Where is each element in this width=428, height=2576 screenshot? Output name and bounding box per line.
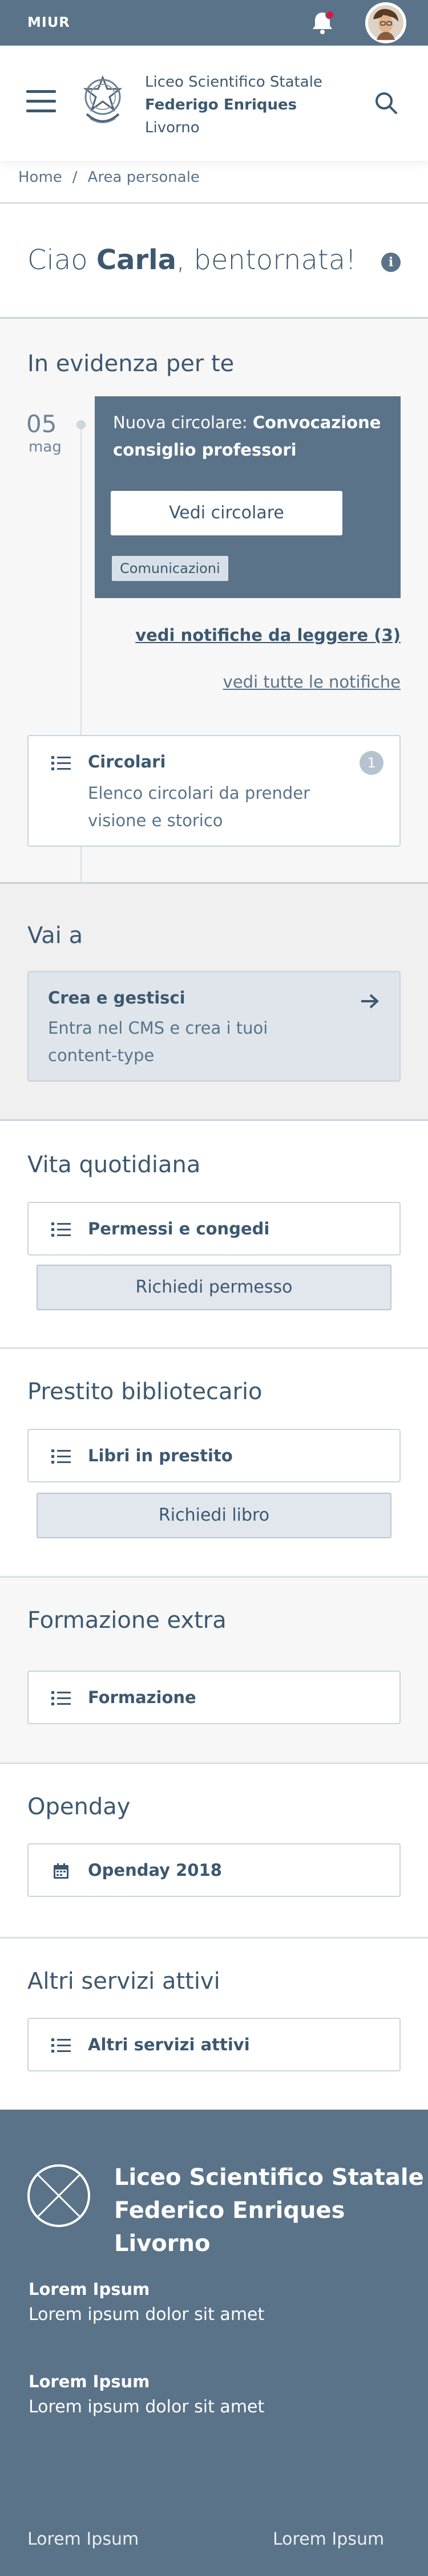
footer-link-right[interactable]: Lorem Ipsum xyxy=(273,2529,384,2549)
footer-block2-title: Lorem Ipsum xyxy=(29,2372,150,2391)
circolari-title: Circolari xyxy=(88,752,166,771)
prestito-section: Prestito bibliotecario Libri in prestito… xyxy=(0,1349,428,1576)
all-notifications-link[interactable]: vedi tutte le notifiche xyxy=(223,672,401,692)
hamburger-line xyxy=(26,109,56,112)
vita-quotidiana-section: Vita quotidiana Permessi e congedi Richi… xyxy=(0,1121,428,1347)
altri-servizi-item[interactable]: Altri servizi attivi xyxy=(27,2018,401,2071)
highlights-title: In evidenza per te xyxy=(27,351,235,377)
highlights-section: In evidenza per te 05 mag Nuova circolar… xyxy=(0,319,428,882)
user-avatar[interactable] xyxy=(365,2,406,43)
info-icon[interactable]: i xyxy=(381,253,401,272)
breadcrumb-divider xyxy=(0,202,428,204)
republic-emblem-icon xyxy=(79,74,127,131)
cms-card[interactable]: Crea e gestisci Entra nel CMS e crea i t… xyxy=(27,971,401,1082)
libri-prestito-item[interactable]: Libri in prestito xyxy=(27,1429,401,1482)
breadcrumb-separator: / xyxy=(72,169,78,186)
request-book-button[interactable]: Richiedi libro xyxy=(37,1493,391,1538)
avatar-image xyxy=(365,2,406,43)
count-badge: 1 xyxy=(360,751,383,775)
cms-card-title: Crea e gestisci xyxy=(48,988,185,1007)
list-icon xyxy=(51,1449,71,1464)
page-title: Ciao Carla, bentornata! xyxy=(27,244,356,276)
timeline-dot xyxy=(76,420,86,429)
openday-label: Openday 2018 xyxy=(88,1860,222,1880)
formazione-item[interactable]: Formazione xyxy=(27,1671,401,1724)
breadcrumb: Home / Area personale xyxy=(18,169,200,186)
calendar-icon xyxy=(54,1863,68,1879)
permessi-congedi-item[interactable]: Permessi e congedi xyxy=(27,1202,401,1256)
breadcrumb-home[interactable]: Home xyxy=(18,169,62,186)
openday-title: Openday xyxy=(27,1794,131,1820)
altri-servizi-label: Altri servizi attivi xyxy=(88,2035,250,2054)
list-icon xyxy=(51,1222,71,1237)
notification-card: Nuova circolare: Convocazione consiglio … xyxy=(95,396,401,598)
arrow-right-icon xyxy=(361,994,379,1009)
school-name-line2: Federigo Enriques xyxy=(145,96,297,113)
greeting-prefix: Ciao xyxy=(27,244,96,276)
list-icon xyxy=(51,756,71,770)
greeting-suffix: , bentornata! xyxy=(176,244,357,276)
notification-dot xyxy=(325,10,334,19)
circolari-description: Elenco circolari da prender visione e st… xyxy=(88,783,310,830)
footer-school-name: Liceo Scientifico Statale Federico Enriq… xyxy=(114,2161,424,2260)
openday-item[interactable]: Openday 2018 xyxy=(27,1843,401,1897)
school-name: Liceo Scientifico Statale Federigo Enriq… xyxy=(145,71,322,139)
vai-a-section: Vai a Crea e gestisci Entra nel CMS e cr… xyxy=(0,884,428,1119)
notification-prefix: Nuova circolare: xyxy=(113,413,253,432)
search-icon[interactable] xyxy=(372,89,401,117)
breadcrumb-current: Area personale xyxy=(87,169,200,186)
footer-link-left[interactable]: Lorem Ipsum xyxy=(27,2529,139,2549)
hamburger-line xyxy=(26,90,56,93)
school-name-line1: Liceo Scientifico Statale xyxy=(145,74,322,91)
list-icon xyxy=(51,2038,71,2053)
bell-icon[interactable] xyxy=(307,9,338,38)
footer-block2-text: Lorem ipsum dolor sit amet xyxy=(29,2397,265,2417)
notification-date-day: 05 xyxy=(26,410,57,438)
notification-date-month: mag xyxy=(29,438,62,456)
unread-notifications-link[interactable]: vedi notifiche da leggere (3) xyxy=(135,625,401,645)
site-header: Liceo Scientifico Statale Federigo Enriq… xyxy=(0,46,428,161)
view-circular-button[interactable]: Vedi circolare xyxy=(111,491,342,535)
brand-label: MIUR xyxy=(27,14,70,30)
footer-name-line3: Livorno xyxy=(114,2230,211,2257)
hamburger-line xyxy=(26,100,56,103)
permessi-congedi-label: Permessi e congedi xyxy=(88,1219,270,1238)
footer-block1-title: Lorem Ipsum xyxy=(29,2280,150,2299)
footer-name-line1: Liceo Scientifico Statale xyxy=(114,2164,424,2191)
openday-section: Openday Openday 2018 xyxy=(0,1764,428,1937)
list-icon xyxy=(51,1691,71,1705)
vita-quotidiana-title: Vita quotidiana xyxy=(27,1152,201,1178)
top-bar: MIUR xyxy=(0,0,428,46)
altri-servizi-title: Altri servizi attivi xyxy=(27,1968,220,1994)
circolari-card[interactable]: Circolari Elenco circolari da prender vi… xyxy=(27,735,401,847)
notification-text: Nuova circolare: Convocazione consiglio … xyxy=(113,409,387,464)
libri-prestito-label: Libri in prestito xyxy=(88,1446,233,1465)
request-leave-button[interactable]: Richiedi permesso xyxy=(37,1265,391,1310)
user-name: Carla xyxy=(96,244,177,276)
footer-name-line2: Federico Enriques xyxy=(114,2197,345,2224)
vai-a-title: Vai a xyxy=(27,923,83,949)
category-tag: Comunicazioni xyxy=(112,556,228,581)
cms-card-description: Entra nel CMS e crea i tuoi content-type xyxy=(48,1018,268,1065)
formazione-label: Formazione xyxy=(88,1688,196,1707)
footer-block1-text: Lorem ipsum dolor sit amet xyxy=(29,2305,265,2325)
school-name-line3: Livorno xyxy=(145,119,200,136)
site-footer: Liceo Scientifico Statale Federico Enriq… xyxy=(0,2110,428,2576)
formazione-title: Formazione extra xyxy=(27,1607,227,1634)
formazione-section: Formazione extra Formazione xyxy=(0,1578,428,1762)
prestito-title: Prestito bibliotecario xyxy=(27,1379,263,1405)
placeholder-logo-icon xyxy=(27,2164,90,2227)
hamburger-icon[interactable] xyxy=(26,90,56,115)
altri-servizi-section: Altri servizi attivi Altri servizi attiv… xyxy=(0,1939,428,2110)
